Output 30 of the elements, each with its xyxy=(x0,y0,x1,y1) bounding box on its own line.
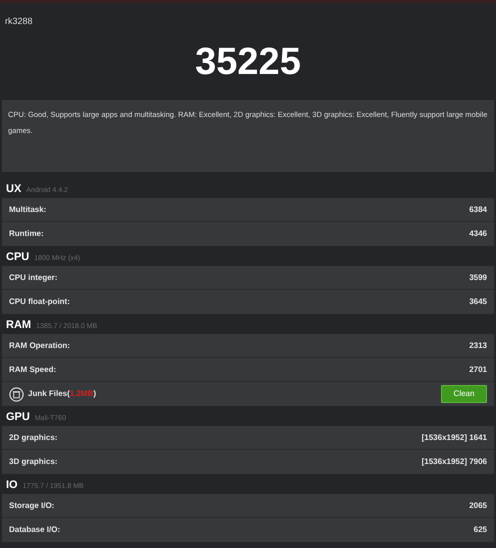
stat-label: Database I/O: xyxy=(9,524,60,536)
stat-value: 6384 xyxy=(469,204,487,216)
stat-label: RAM Operation: xyxy=(9,340,70,352)
stat-value: 2313 xyxy=(469,340,487,352)
stat-label: 2D graphics: xyxy=(9,432,58,444)
stat-value: 3599 xyxy=(469,272,487,284)
section-title: GPU xyxy=(6,410,30,425)
stat-label: Runtime: xyxy=(9,228,44,240)
junk-files-label: Junk Files(1.2MB) xyxy=(28,388,96,400)
stat-value: 3645 xyxy=(469,296,487,308)
stat-value: 625 xyxy=(474,524,487,536)
stat-value: [1536x1952] 1641 xyxy=(422,432,487,444)
clean-button[interactable]: Clean xyxy=(441,385,487,403)
trash-icon xyxy=(9,386,24,402)
section-title: IO xyxy=(6,478,18,493)
stat-label: Storage I/O: xyxy=(9,500,54,512)
stat-value: 2701 xyxy=(469,364,487,376)
stat-value: 4346 xyxy=(469,228,487,240)
section-title: RAM xyxy=(6,318,32,333)
stat-value: [1536x1952] 7906 xyxy=(422,456,487,468)
stat-label: CPU float-point: xyxy=(9,296,70,308)
section-title: UX xyxy=(6,182,22,197)
stat-label: 3D graphics: xyxy=(9,456,58,468)
stat-label: Multitask: xyxy=(9,204,46,216)
stat-label: CPU integer: xyxy=(9,272,58,284)
device-name: rk3288 xyxy=(5,16,33,26)
total-score: 35225 xyxy=(195,42,301,80)
stat-value: 2065 xyxy=(469,500,487,512)
stat-label: RAM Speed: xyxy=(9,364,56,376)
section-title: CPU xyxy=(6,250,30,265)
